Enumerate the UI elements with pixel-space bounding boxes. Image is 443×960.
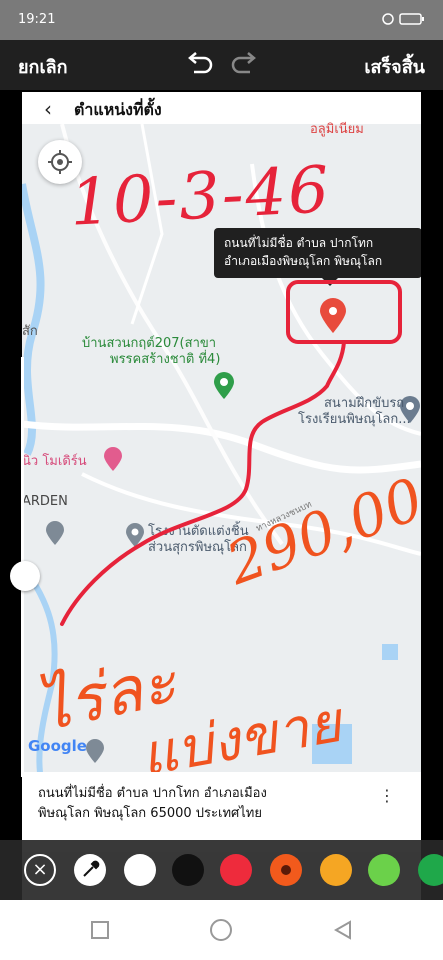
- annotation-date: 10-3-46: [68, 153, 333, 241]
- color-swatch[interactable]: [124, 854, 156, 886]
- alarm-icon: [382, 12, 394, 25]
- color-swatch[interactable]: [368, 854, 400, 886]
- home-icon[interactable]: [209, 918, 233, 942]
- color-swatch[interactable]: [320, 854, 352, 886]
- undo-icon[interactable]: [182, 48, 216, 82]
- eyedropper-icon: [83, 860, 100, 877]
- color-palette: ×: [0, 840, 443, 900]
- color-swatch[interactable]: [270, 854, 302, 886]
- map-view[interactable]: อลูมิเนียม ถนนที่ไม่มีชื่อ ตำบล ปากโทก อ…: [22, 122, 421, 804]
- status-bar: 19:21: [0, 0, 443, 40]
- address-line-1: ถนนที่ไม่มีชื่อ ตำบล ปากโทก อำเภอเมือง: [38, 786, 267, 801]
- back-arrow-icon[interactable]: ‹: [44, 97, 52, 121]
- cancel-button[interactable]: ยกเลิก: [18, 52, 68, 81]
- editor-toolbar: ยกเลิก เสร็จสิ้น: [0, 40, 443, 90]
- system-nav-bar: [0, 900, 443, 960]
- color-swatch[interactable]: [418, 854, 443, 886]
- page-title: ตำแหน่งที่ตั้ง: [74, 100, 162, 119]
- selected-indicator: [281, 865, 291, 875]
- back-icon[interactable]: [332, 919, 354, 941]
- more-options-icon[interactable]: ⋮: [379, 786, 395, 805]
- status-icons: [381, 11, 425, 26]
- clear-button[interactable]: ×: [24, 854, 56, 886]
- color-swatch[interactable]: [220, 854, 252, 886]
- done-button[interactable]: เสร็จสิ้น: [364, 52, 425, 81]
- color-swatch[interactable]: [172, 854, 204, 886]
- address-text: ถนนที่ไม่มีชื่อ ตำบล ปากโทก อำเภอเมือง พ…: [38, 784, 358, 824]
- redo-icon[interactable]: [228, 48, 262, 82]
- recent-apps-icon[interactable]: [90, 920, 110, 940]
- status-time: 19:21: [18, 12, 56, 27]
- eyedropper-button[interactable]: [74, 854, 106, 886]
- battery-icon: [399, 12, 424, 25]
- location-header: ‹ ตำแหน่งที่ตั้ง: [22, 92, 421, 124]
- brush-size-knob[interactable]: [10, 561, 40, 591]
- map-screenshot: ‹ ตำแหน่งที่ตั้ง อลูมิเนียม ถนนที่ไม่มีช…: [22, 92, 421, 900]
- address-line-2: พิษณุโลก พิษณุโลก 65000 ประเทศไทย: [38, 806, 262, 821]
